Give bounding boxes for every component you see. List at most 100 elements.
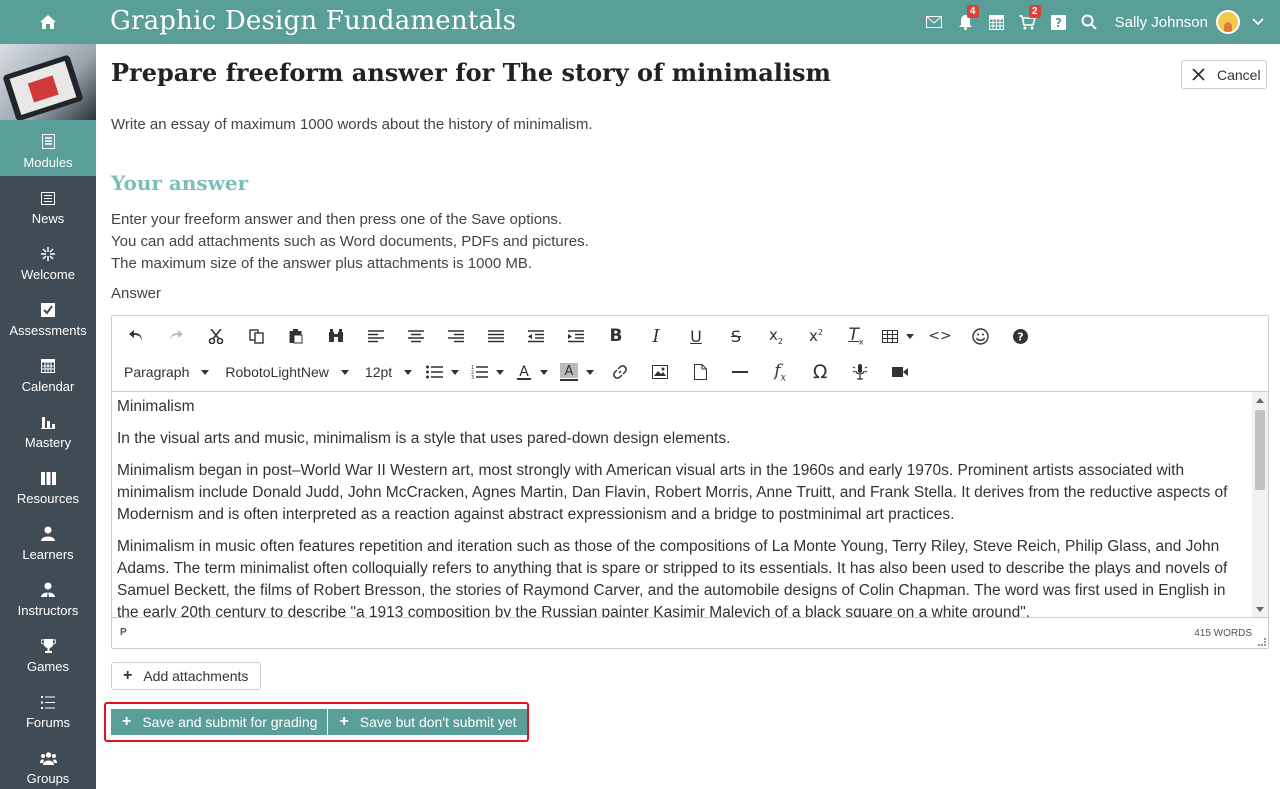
course-thumbnail[interactable] (0, 44, 96, 120)
copy-button[interactable] (236, 321, 276, 351)
chevron-down-icon (404, 369, 413, 375)
italic-button[interactable]: I (636, 321, 676, 351)
thumbnail-graphic (27, 75, 59, 103)
table-icon (882, 329, 898, 343)
formula-button[interactable]: fx (760, 357, 800, 387)
bold-button[interactable]: B (596, 321, 636, 351)
strikethrough-icon: S (730, 326, 742, 346)
resize-handle[interactable] (1258, 638, 1266, 646)
sidebar-item-mastery[interactable]: Mastery (0, 400, 96, 456)
chevron-down-icon (540, 369, 549, 375)
size-select[interactable]: 12pt (357, 357, 420, 387)
cut-icon (208, 328, 224, 344)
editor-scrollbar[interactable] (1252, 392, 1268, 617)
align-right-button[interactable] (436, 321, 476, 351)
section-title: Your answer (111, 171, 249, 195)
editor-paragraph: Minimalism (117, 398, 195, 415)
subscript-icon: x2 (769, 326, 783, 346)
source-code-button[interactable]: <> (920, 321, 960, 351)
scrollbar-thumb[interactable] (1255, 410, 1265, 490)
insert-image-button[interactable] (640, 357, 680, 387)
clear-format-button[interactable]: Tx (836, 321, 876, 351)
search-button[interactable] (1074, 0, 1105, 44)
home-button[interactable] (0, 0, 96, 44)
mail-button[interactable] (919, 0, 950, 44)
answer-label: Answer (111, 285, 162, 302)
strikethrough-button[interactable]: S (716, 321, 756, 351)
sidebar-item-learners[interactable]: Learners (0, 512, 96, 568)
sidebar-item-label: Groups (26, 771, 70, 786)
scroll-up-icon[interactable] (1256, 398, 1264, 403)
plus-icon: + (339, 713, 349, 730)
sidebar-item-welcome[interactable]: Welcome (0, 232, 96, 288)
smiley-icon (971, 327, 989, 345)
chevron-down-icon[interactable] (1252, 18, 1264, 26)
bullet-list-button[interactable] (420, 357, 465, 387)
underline-icon: U (690, 326, 702, 346)
insert-document-button[interactable] (680, 357, 720, 387)
video-record-button[interactable] (880, 357, 920, 387)
sidebar-item-modules[interactable]: Modules (0, 120, 96, 176)
sidebar-item-resources[interactable]: Resources (0, 456, 96, 512)
undo-button[interactable] (116, 321, 156, 351)
calendar-button[interactable] (981, 0, 1012, 44)
help-button[interactable]: ? (1043, 0, 1074, 44)
align-left-button[interactable] (356, 321, 396, 351)
outdent-button[interactable] (516, 321, 556, 351)
sidebar-item-assessments[interactable]: Assessments (0, 288, 96, 344)
emoticons-button[interactable] (960, 321, 1000, 351)
sidebar-item-label: Games (27, 659, 69, 674)
editor-content[interactable]: Minimalism In the visual arts and music,… (117, 396, 1247, 617)
editor-text-area[interactable]: Minimalism In the visual arts and music,… (112, 391, 1268, 617)
outdent-icon (528, 329, 544, 342)
font-select[interactable]: RobotoLightNew (217, 357, 357, 387)
background-color-button[interactable]: A (554, 357, 600, 387)
question-circle-icon: ? (1012, 328, 1028, 344)
clear-format-icon: Tx (848, 325, 864, 347)
sidebar-item-instructors[interactable]: Instructors (0, 568, 96, 624)
insert-link-button[interactable] (600, 357, 640, 387)
subscript-button[interactable]: x2 (756, 321, 796, 351)
sidebar-item-forums[interactable]: Forums (0, 680, 96, 736)
paste-button[interactable] (276, 321, 316, 351)
user-name[interactable]: Sally Johnson (1115, 14, 1208, 31)
help-button[interactable]: ? (1000, 321, 1040, 351)
sidebar-item-news[interactable]: News (0, 176, 96, 232)
find-button[interactable] (316, 321, 356, 351)
rich-text-editor: B I U S x2 x2 Tx <> ? Paragraph RobotoLi… (111, 315, 1269, 649)
redo-button[interactable] (156, 321, 196, 351)
numbered-list-button[interactable]: 123 (465, 357, 510, 387)
cut-button[interactable] (196, 321, 236, 351)
trophy-icon (40, 639, 56, 653)
align-center-button[interactable] (396, 321, 436, 351)
add-attachments-button[interactable]: + Add attachments (111, 662, 261, 690)
audio-record-button[interactable] (840, 357, 880, 387)
superscript-button[interactable]: x2 (796, 321, 836, 351)
underline-button[interactable]: U (676, 321, 716, 351)
justify-button[interactable] (476, 321, 516, 351)
cart-button[interactable]: 2 (1012, 0, 1043, 44)
format-select[interactable]: Paragraph (116, 357, 217, 387)
chevron-down-icon (586, 369, 595, 375)
plus-icon: + (123, 667, 133, 684)
horizontal-line-button[interactable] (720, 357, 760, 387)
element-path[interactable]: P (120, 627, 127, 638)
table-button[interactable] (876, 321, 920, 351)
chevron-down-icon (201, 369, 210, 375)
special-character-button[interactable]: Ω (800, 357, 840, 387)
text-color-button[interactable]: A (510, 357, 554, 387)
indent-button[interactable] (556, 321, 596, 351)
sidebar-item-calendar[interactable]: Calendar (0, 344, 96, 400)
bold-icon: B (609, 326, 623, 346)
save-and-submit-button[interactable]: + Save and submit for grading (111, 709, 328, 735)
size-select-value: 12pt (364, 364, 393, 380)
notifications-button[interactable]: 4 (950, 0, 981, 44)
scroll-down-icon[interactable] (1256, 607, 1264, 612)
sidebar-item-label: Modules (23, 155, 73, 170)
sidebar-item-groups[interactable]: Groups (0, 736, 96, 789)
cancel-button[interactable]: Cancel (1181, 60, 1267, 89)
avatar[interactable] (1216, 10, 1240, 34)
save-without-submit-button[interactable]: + Save but don't submit yet (327, 709, 527, 735)
sidebar-item-games[interactable]: Games (0, 624, 96, 680)
course-title[interactable]: Graphic Design Fundamentals (110, 6, 516, 36)
